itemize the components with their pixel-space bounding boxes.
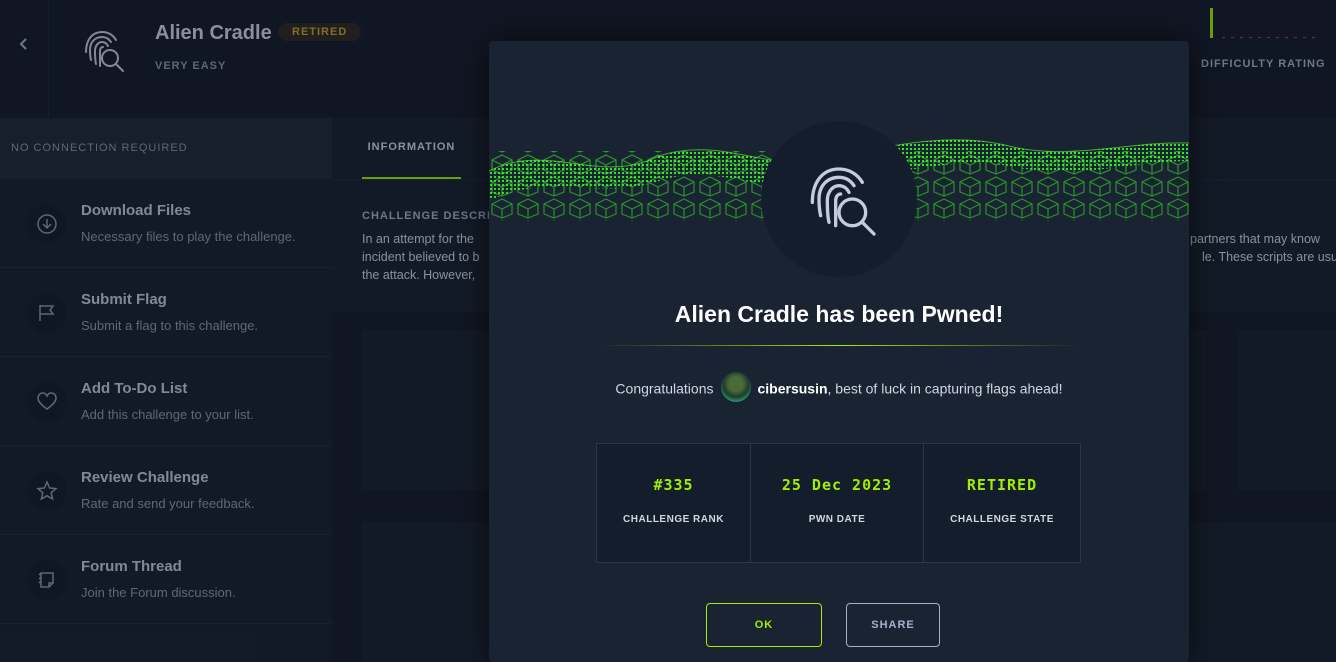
congratulations-message: Congratulations cibersusin, best of luck …: [489, 372, 1189, 402]
stat-label: PWN DATE: [808, 514, 866, 525]
stat-value: 25 Dec 2023: [781, 476, 893, 494]
stat-challenge-state: RETIRED CHALLENGE STATE: [924, 444, 1080, 562]
congrats-prefix: Congratulations: [615, 380, 714, 397]
username[interactable]: cibersusin: [757, 381, 827, 397]
stat-challenge-rank: #335 CHALLENGE RANK: [597, 444, 751, 562]
stat-value: #335: [653, 476, 694, 494]
fingerprint-search-icon: [810, 167, 876, 236]
stat-value: RETIRED: [966, 476, 1038, 494]
stat-pwn-date: 25 Dec 2023 PWN DATE: [751, 444, 924, 562]
modal-title: Alien Cradle has been Pwned!: [674, 301, 1004, 327]
congrats-suffix: , best of luck in capturing flags ahead!: [827, 380, 1063, 397]
avatar: [721, 372, 752, 402]
share-button[interactable]: SHARE: [846, 603, 940, 647]
stat-label: CHALLENGE RANK: [623, 514, 724, 525]
ok-button[interactable]: OK: [706, 603, 822, 647]
stat-label: CHALLENGE STATE: [950, 514, 1054, 525]
modal-divider: [599, 345, 1079, 346]
pwned-modal: Alien Cradle has been Pwned! Congratulat…: [489, 41, 1189, 662]
pwn-stats: #335 CHALLENGE RANK 25 Dec 2023 PWN DATE…: [596, 443, 1081, 563]
challenge-logo: [761, 121, 917, 277]
